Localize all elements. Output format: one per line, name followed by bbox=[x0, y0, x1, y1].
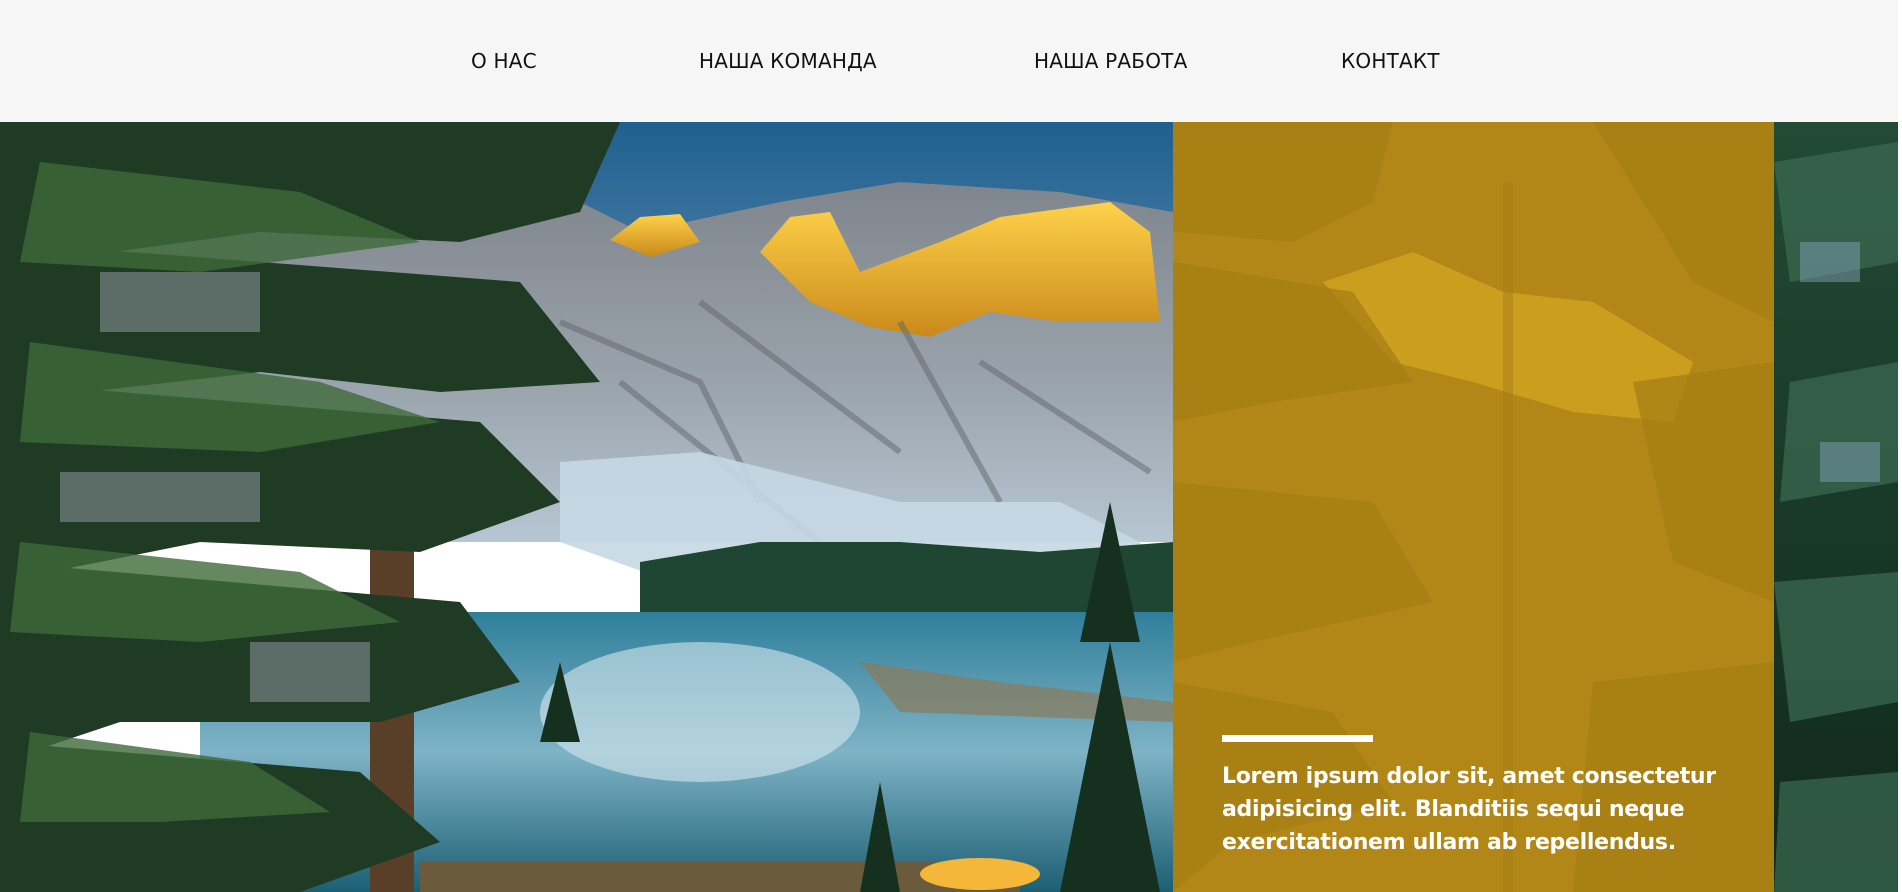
accent-line bbox=[1222, 735, 1373, 742]
page-edge bbox=[1898, 0, 1902, 892]
nav-link-our-work[interactable]: НАША РАБОТА bbox=[1034, 49, 1187, 73]
nav-link-contact[interactable]: КОНТАКТ bbox=[1341, 49, 1440, 73]
page: О НАС НАША КОМАНДА НАША РАБОТА КОНТАКТ L… bbox=[0, 0, 1902, 892]
overlay-panel: Lorem ipsum dolor sit, amet consectetur … bbox=[1173, 122, 1774, 892]
overlay-caption: Lorem ipsum dolor sit, amet consectetur … bbox=[1222, 764, 1716, 855]
nav-link-about[interactable]: О НАС bbox=[471, 49, 537, 73]
nav-link-our-team[interactable]: НАША КОМАНДА bbox=[699, 49, 877, 73]
hero-section: Lorem ipsum dolor sit, amet consectetur … bbox=[0, 122, 1898, 892]
top-navigation: О НАС НАША КОМАНДА НАША РАБОТА КОНТАКТ bbox=[0, 0, 1898, 122]
